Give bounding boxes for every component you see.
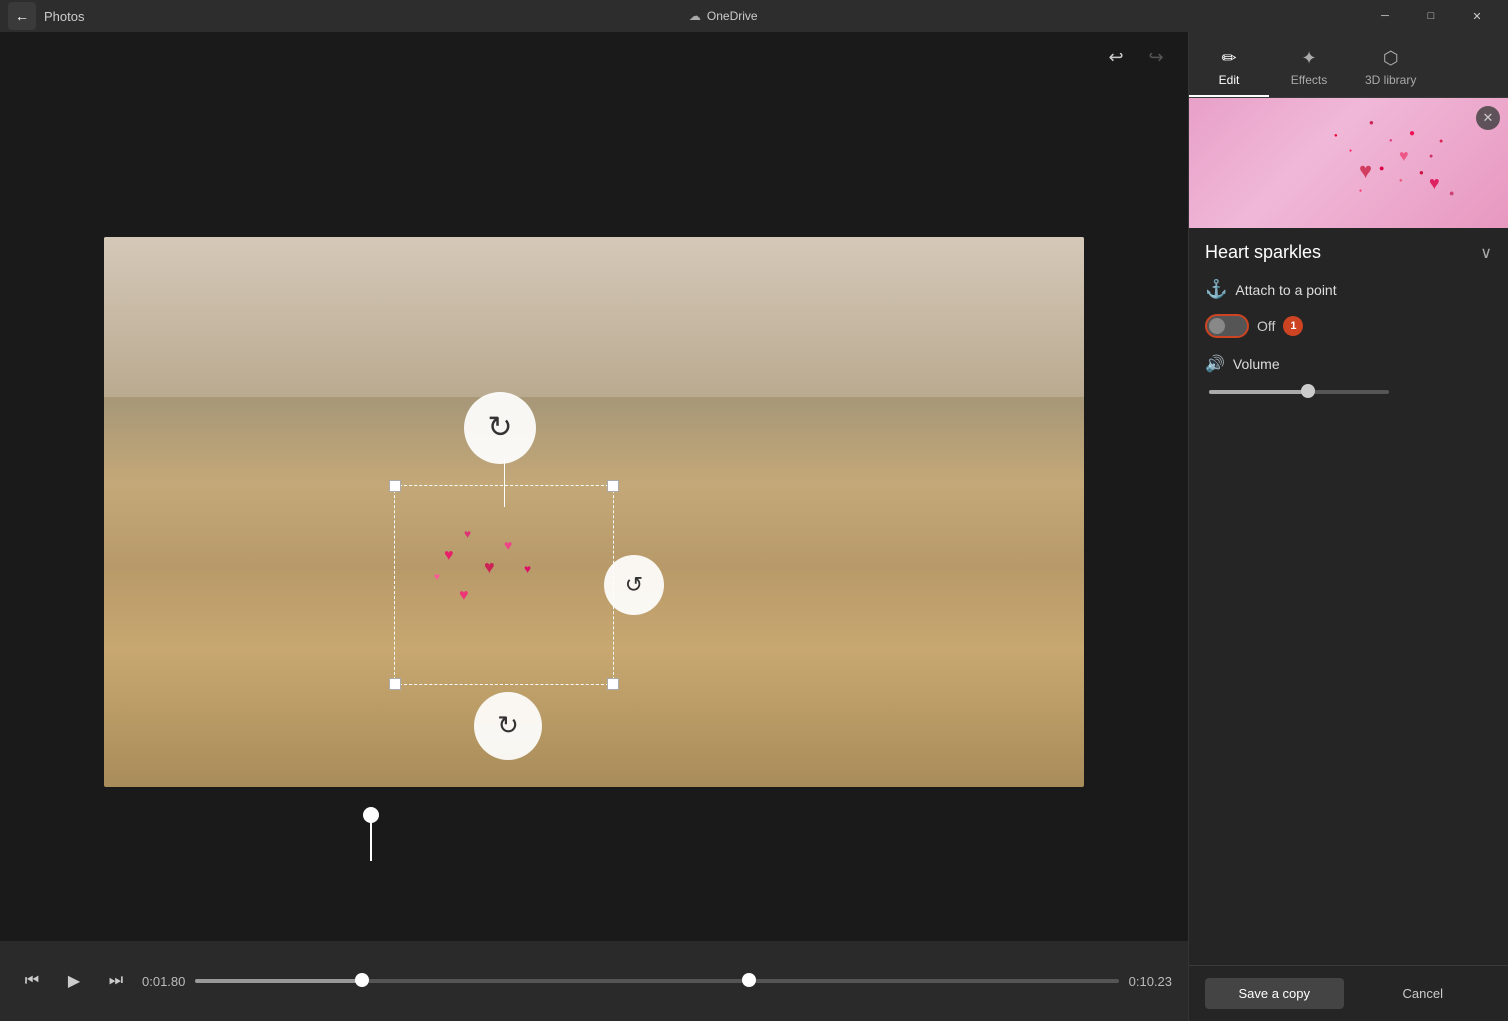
video-background [104, 237, 1084, 787]
save-copy-button[interactable]: Save a copy [1205, 978, 1344, 1009]
volume-label: Volume [1233, 356, 1280, 372]
titlebar: ← Photos ☁ OneDrive ─ □ ✕ [0, 0, 1508, 32]
collapse-button[interactable]: ∨ [1480, 243, 1492, 263]
volume-icon: 🔊 [1205, 354, 1225, 374]
preview-dot: ● [1449, 188, 1454, 198]
timeline-area: ⏮ ▶ ⏭ 0:01.80 0:10.23 [0, 941, 1188, 1021]
close-button[interactable]: ✕ [1454, 0, 1500, 32]
toggle-row: Off 1 [1205, 314, 1492, 338]
cancel-button[interactable]: Cancel [1354, 978, 1493, 1009]
effects-icon: ✦ [1301, 48, 1316, 69]
preview-heart: ♥ [1429, 173, 1440, 194]
titlebar-left: ← Photos [8, 2, 84, 30]
progress-fill [195, 979, 361, 983]
toggle-badge: 1 [1283, 316, 1303, 336]
volume-slider[interactable] [1209, 390, 1389, 394]
window-controls: ─ □ ✕ [1362, 0, 1500, 32]
skip-forward-button[interactable]: ⏭ [100, 965, 132, 997]
effect-details: Heart sparkles ∨ ⚓ Attach to a point Off… [1189, 228, 1508, 965]
canvas-area: ↻ ♥ ♥ ♥ ♥ ♥ ♥ ♥ [0, 82, 1188, 941]
panel-tabs: ✏ Edit ✦ Effects ⬡ 3D library [1189, 32, 1508, 98]
redo-button[interactable]: ↪ [1140, 41, 1172, 73]
attach-to-point-row[interactable]: ⚓ Attach to a point [1205, 279, 1492, 300]
undo-button[interactable]: ↩ [1100, 41, 1132, 73]
toggle-off-label: Off [1257, 318, 1275, 334]
progress-range-end[interactable] [742, 973, 756, 987]
rotation-connector [504, 459, 505, 507]
video-frame[interactable]: ↻ ♥ ♥ ♥ ♥ ♥ ♥ ♥ [104, 237, 1084, 787]
progress-thumb[interactable] [355, 973, 369, 987]
onedrive-section: ☁ OneDrive [689, 9, 758, 23]
minimize-button[interactable]: ─ [1362, 0, 1408, 32]
video-area: ↩ ↪ ↻ [0, 32, 1188, 1021]
preview-dot: ● [1349, 148, 1352, 154]
onedrive-label: OneDrive [707, 9, 758, 23]
edit-icon: ✏ [1221, 48, 1236, 69]
preview-heart: ♥ [1359, 158, 1372, 184]
toolbar: ↩ ↪ [0, 32, 1188, 82]
effect-title: Heart sparkles [1205, 242, 1321, 263]
rotation-handle-top[interactable]: ↻ [464, 392, 536, 464]
preview-dot: ● [1429, 153, 1433, 160]
onedrive-icon: ☁ [689, 9, 701, 23]
volume-row: 🔊 Volume [1205, 354, 1492, 374]
back-button[interactable]: ← [8, 2, 36, 30]
effect-close-button[interactable]: ✕ [1476, 106, 1500, 130]
preview-heart: ♥ [1399, 148, 1409, 166]
tab-effects-label: Effects [1291, 73, 1327, 87]
tab-edit-label: Edit [1219, 73, 1240, 87]
skip-back-button[interactable]: ⏮ [16, 965, 48, 997]
preview-dot: ● [1334, 133, 1338, 139]
preview-dot: ● [1359, 188, 1362, 194]
play-button[interactable]: ▶ [58, 965, 90, 997]
rotation-handle-bottom[interactable]: ↻ [474, 692, 542, 760]
volume-fill [1209, 390, 1308, 394]
attach-to-point-label: Attach to a point [1235, 282, 1336, 298]
panel-footer: Save a copy Cancel [1189, 965, 1508, 1021]
preview-dot: ● [1409, 128, 1415, 139]
right-panel: ✏ Edit ✦ Effects ⬡ 3D library ● ● ● ● ● … [1188, 32, 1508, 1021]
anchor-icon: ⚓ [1205, 279, 1227, 300]
preview-hearts-overlay: ● ● ● ● ● ● ● ● ● ● ● ● ♥ ♥ ♥ [1189, 98, 1508, 228]
effect-preview: ● ● ● ● ● ● ● ● ● ● ● ● ♥ ♥ ♥ ✕ [1189, 98, 1508, 228]
app-title: Photos [44, 9, 84, 24]
total-time: 0:10.23 [1129, 974, 1172, 989]
preview-dot: ● [1379, 163, 1384, 173]
3dlibrary-icon: ⬡ [1383, 48, 1399, 69]
main-layout: ↩ ↪ ↻ [0, 32, 1508, 1021]
current-time: 0:01.80 [142, 974, 185, 989]
tab-effects[interactable]: ✦ Effects [1269, 40, 1349, 97]
preview-dot: ● [1419, 168, 1424, 177]
preview-dot: ● [1399, 178, 1403, 184]
preview-dot: ● [1389, 138, 1393, 144]
flip-handle[interactable]: ↺ [604, 555, 664, 615]
scrubber-thumb[interactable] [370, 821, 372, 861]
progress-track[interactable] [195, 979, 1118, 983]
effect-toggle[interactable] [1205, 314, 1249, 338]
effect-title-row: Heart sparkles ∨ [1205, 242, 1492, 263]
tab-3dlibrary[interactable]: ⬡ 3D library [1349, 40, 1432, 97]
tab-edit[interactable]: ✏ Edit [1189, 40, 1269, 97]
preview-dot: ● [1369, 118, 1374, 127]
restore-button[interactable]: □ [1408, 0, 1454, 32]
tab-3dlibrary-label: 3D library [1365, 73, 1416, 87]
volume-thumb[interactable] [1301, 384, 1315, 398]
preview-dot: ● [1439, 138, 1443, 145]
toggle-knob [1209, 318, 1225, 334]
